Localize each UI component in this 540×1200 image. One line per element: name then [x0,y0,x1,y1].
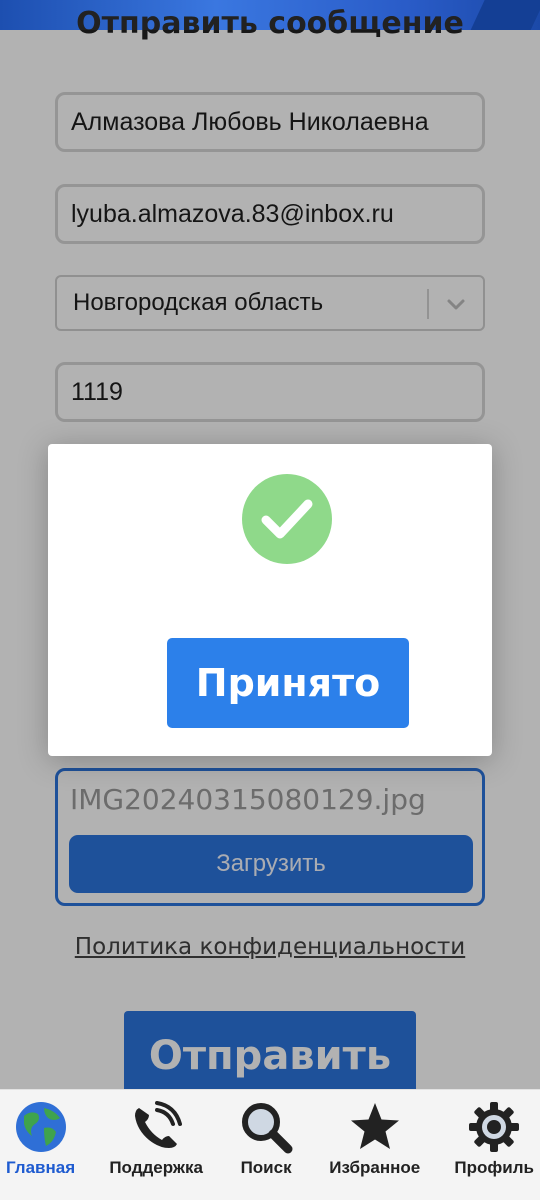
nav-item-support[interactable]: Поддержка [109,1098,203,1200]
success-modal: Принято [48,444,492,756]
search-icon [237,1098,295,1156]
nav-label: Главная [6,1158,76,1177]
nav-item-search[interactable]: Поиск [237,1098,295,1200]
check-icon [242,474,332,564]
bottom-nav: Главная Поддержка Поиск Избранное Профил… [0,1089,540,1200]
nav-label: Поддержка [109,1158,203,1177]
gear-icon [465,1098,523,1156]
nav-item-home[interactable]: Главная [6,1098,75,1200]
nav-label: Поиск [240,1158,292,1177]
phone-icon [127,1098,185,1156]
star-icon [346,1098,404,1156]
nav-item-profile[interactable]: Профиль [454,1098,534,1200]
accept-button[interactable]: Принято [167,638,409,728]
nav-label: Избранное [329,1158,421,1177]
nav-item-favorites[interactable]: Избранное [329,1098,420,1200]
nav-label: Профиль [454,1158,534,1177]
globe-icon [12,1098,70,1156]
